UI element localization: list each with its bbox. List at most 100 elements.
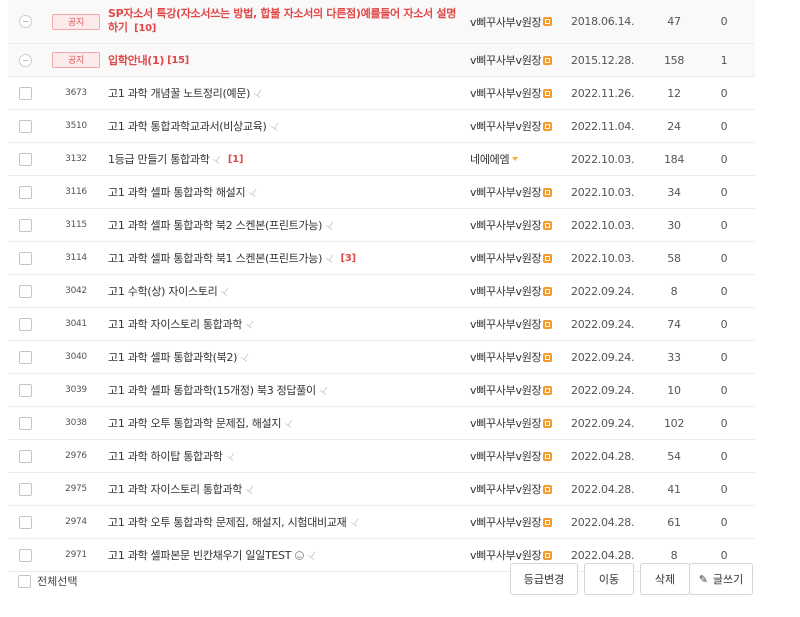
row-checkbox[interactable] bbox=[18, 449, 32, 463]
post-author[interactable]: v삐꾸사부v원장 bbox=[470, 217, 542, 233]
pencil-icon: ✎ bbox=[698, 572, 708, 586]
post-author[interactable]: v삐꾸사부v원장 bbox=[470, 184, 542, 200]
row-checkbox[interactable] bbox=[18, 185, 32, 199]
post-title[interactable]: 고1 과학 셀파 통합과학 북2 스켄본(프린트가능) bbox=[108, 217, 322, 233]
post-date: 2022.09.24. bbox=[571, 416, 635, 430]
select-all-checkbox[interactable] bbox=[18, 574, 31, 588]
paperclip-icon: ⊥ bbox=[348, 515, 362, 529]
post-title[interactable]: 고1 과학 자이스토리 통합과학 bbox=[108, 481, 242, 497]
post-author[interactable]: v삐꾸사부v원장 bbox=[470, 547, 542, 563]
post-author[interactable]: v삐꾸사부v원장 bbox=[470, 415, 542, 431]
comment-count[interactable]: [15] bbox=[167, 55, 189, 66]
post-author[interactable]: v삐꾸사부v원장 bbox=[470, 349, 542, 365]
post-author[interactable]: v삐꾸사부v원장 bbox=[470, 514, 542, 530]
staff-grade-icon bbox=[543, 352, 553, 362]
post-likes: 0 bbox=[720, 185, 728, 199]
paperclip-icon: ⊥ bbox=[251, 86, 265, 100]
row-checkbox[interactable] bbox=[18, 548, 32, 562]
post-author[interactable]: v삐꾸사부v원장 bbox=[470, 481, 542, 497]
post-author[interactable]: 네에에엠 bbox=[470, 151, 510, 167]
post-author[interactable]: v삐꾸사부v원장 bbox=[470, 52, 542, 68]
post-title-link[interactable]: SP자소서 특강(자소서쓰는 방법, 합불 자소서의 다른점)예를들어 자소서 … bbox=[108, 7, 464, 36]
row-checkbox[interactable] bbox=[18, 317, 32, 331]
post-author[interactable]: v삐꾸사부v원장 bbox=[470, 85, 542, 101]
comment-count[interactable]: [3] bbox=[341, 253, 357, 264]
post-title[interactable]: 고1 과학 통합과학교과서(비상교육) bbox=[108, 118, 267, 134]
post-title[interactable]: 고1 과학 하이탑 통합과학 bbox=[108, 448, 223, 464]
paperclip-icon: ⊥ bbox=[323, 251, 337, 265]
row-checkbox[interactable] bbox=[18, 515, 32, 529]
post-author[interactable]: v삐꾸사부v원장 bbox=[470, 316, 542, 332]
post-title[interactable]: 고1 과학 셀파 통합과학(15개정) 북3 정답풀이 bbox=[108, 382, 316, 398]
post-author[interactable]: v삐꾸사부v원장 bbox=[470, 283, 542, 299]
post-views: 74 bbox=[667, 317, 681, 331]
post-list: 공지 SP자소서 특강(자소서쓰는 방법, 합불 자소서의 다른점)예를들어 자… bbox=[8, 0, 755, 572]
post-likes: 0 bbox=[720, 383, 728, 397]
post-author[interactable]: v삐꾸사부v원장 bbox=[470, 448, 542, 464]
post-number: 2976 bbox=[65, 451, 87, 461]
post-number: 3040 bbox=[65, 352, 87, 362]
post-author[interactable]: v삐꾸사부v원장 bbox=[470, 14, 542, 30]
paperclip-icon: ⊥ bbox=[219, 284, 233, 298]
select-all-label: 전체선택 bbox=[37, 575, 78, 588]
post-date: 2022.04.28. bbox=[571, 482, 635, 496]
post-row: 3132 1등급 만들기 통합과학 ⊥ [1] 네에에엠 2022.10.03. 1… bbox=[8, 143, 755, 176]
staff-grade-icon bbox=[543, 319, 553, 329]
post-title[interactable]: 고1 과학 자이스토리 통합과학 bbox=[108, 316, 242, 332]
post-author[interactable]: v삐꾸사부v원장 bbox=[470, 250, 542, 266]
post-title[interactable]: 입학안내(1) bbox=[108, 52, 164, 68]
row-checkbox[interactable] bbox=[18, 251, 32, 265]
grade-change-button[interactable]: 등급변경 bbox=[510, 563, 578, 595]
row-checkbox[interactable] bbox=[18, 152, 32, 166]
post-number: 3038 bbox=[65, 418, 87, 428]
notice-row: 공지 입학안내(1) [15] v삐꾸사부v원장 2015.12.28. 158 … bbox=[8, 44, 755, 77]
post-date: 2022.09.24. bbox=[571, 284, 635, 298]
post-title[interactable]: 고1 과학 오투 통합과학 문제집, 해설지 bbox=[108, 415, 281, 431]
notice-toggle-icon[interactable] bbox=[18, 15, 32, 28]
staff-grade-icon bbox=[543, 17, 553, 26]
post-number: 3041 bbox=[65, 319, 87, 329]
comment-count[interactable]: [10] bbox=[134, 23, 156, 34]
delete-button[interactable]: 삭제 bbox=[640, 563, 690, 595]
paperclip-icon: ⊥ bbox=[224, 449, 238, 463]
row-checkbox[interactable] bbox=[18, 119, 32, 133]
member-grade-icon bbox=[512, 157, 519, 161]
row-checkbox[interactable] bbox=[18, 350, 32, 364]
staff-grade-icon bbox=[543, 286, 553, 296]
post-likes: 0 bbox=[720, 515, 728, 529]
row-checkbox[interactable] bbox=[18, 218, 32, 232]
post-number: 3114 bbox=[65, 253, 87, 263]
post-row: 3039 고1 과학 셀파 통합과학(15개정) 북3 정답풀이 ⊥ v삐꾸사부v… bbox=[8, 374, 755, 407]
post-row: 3042 고1 수학(상) 자이스토리 ⊥ v삐꾸사부v원장 2022.09.24… bbox=[8, 275, 755, 308]
post-author[interactable]: v삐꾸사부v원장 bbox=[470, 118, 542, 134]
post-author[interactable]: v삐꾸사부v원장 bbox=[470, 382, 542, 398]
select-all-control[interactable]: 전체선택 bbox=[18, 573, 77, 589]
notice-badge: 공지 bbox=[52, 52, 100, 68]
row-checkbox[interactable] bbox=[18, 284, 32, 298]
row-checkbox[interactable] bbox=[18, 86, 32, 100]
paperclip-icon: ⊥ bbox=[305, 548, 319, 562]
post-title: SP자소서 특강(자소서쓰는 방법, 합불 자소서의 다른점)예를들어 자소서 … bbox=[108, 7, 457, 34]
post-views: 61 bbox=[667, 515, 681, 529]
post-row: 3114 고1 과학 셀파 통합과학 북1 스켄본(프린트가능) ⊥ [3] v삐꾸… bbox=[8, 242, 755, 275]
post-views: 12 bbox=[667, 86, 681, 100]
post-likes: 0 bbox=[720, 350, 728, 364]
post-title[interactable]: 고1 과학 오투 통합과학 문제집, 해설지, 시험대비교재 bbox=[108, 514, 347, 530]
post-title[interactable]: 고1 과학 셀파본문 빈칸채우기 일일TEST bbox=[108, 547, 291, 563]
post-title[interactable]: 1등급 만들기 통합과학 bbox=[108, 151, 210, 167]
post-title[interactable]: 고1 수학(상) 자이스토리 bbox=[108, 283, 218, 299]
row-checkbox[interactable] bbox=[18, 482, 32, 496]
paperclip-icon: ⊥ bbox=[211, 152, 225, 166]
post-title[interactable]: 고1 과학 셀파 통합과학 북1 스켄본(프린트가능) bbox=[108, 250, 322, 266]
move-button[interactable]: 이동 bbox=[584, 563, 634, 595]
post-likes: 0 bbox=[720, 119, 728, 133]
row-checkbox[interactable] bbox=[18, 416, 32, 430]
post-title[interactable]: 고1 과학 개념꿀 노트정리(예문) bbox=[108, 85, 250, 101]
write-button[interactable]: ✎ 글쓰기 bbox=[689, 563, 753, 595]
row-checkbox[interactable] bbox=[18, 383, 32, 397]
post-title[interactable]: 고1 과학 셀파 통합과학 해설지 bbox=[108, 184, 246, 200]
post-title[interactable]: 고1 과학 셀파 통합과학(북2) bbox=[108, 349, 237, 365]
post-date: 2022.11.26. bbox=[571, 86, 635, 100]
notice-toggle-icon[interactable] bbox=[18, 53, 32, 67]
comment-count[interactable]: [1] bbox=[228, 154, 244, 165]
